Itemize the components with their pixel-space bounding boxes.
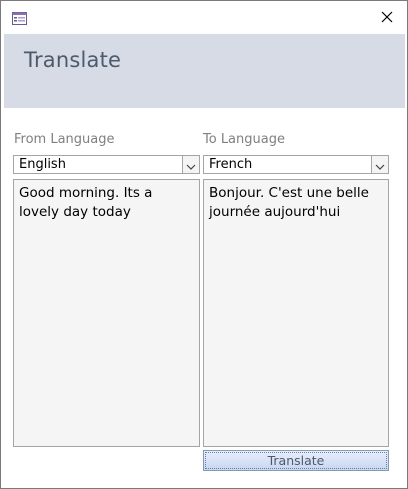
chevron-down-icon (375, 155, 385, 174)
from-language-select[interactable]: English (13, 155, 200, 174)
to-language-value: French (209, 157, 253, 172)
from-language-label: From Language (14, 132, 115, 147)
from-language-value: English (19, 157, 66, 172)
translate-window: Translate From Language To Language Engl… (0, 0, 408, 489)
close-icon (381, 8, 393, 27)
translate-button[interactable]: Translate (203, 450, 389, 471)
chevron-down-icon (186, 155, 196, 174)
from-dropdown-arrow[interactable] (182, 156, 199, 173)
translated-text-field[interactable]: Bonjour. C'est une belle journée aujourd… (203, 179, 389, 447)
close-button[interactable] (367, 1, 407, 33)
to-language-select[interactable]: French (203, 155, 389, 174)
to-language-label: To Language (203, 132, 285, 147)
title-bar (1, 1, 407, 33)
form-icon (12, 10, 27, 25)
to-dropdown-arrow[interactable] (371, 156, 388, 173)
page-title: Translate (24, 48, 122, 72)
form-header: Translate (4, 34, 405, 108)
source-text-field[interactable]: Good morning. Its a lovely day today (13, 179, 200, 447)
